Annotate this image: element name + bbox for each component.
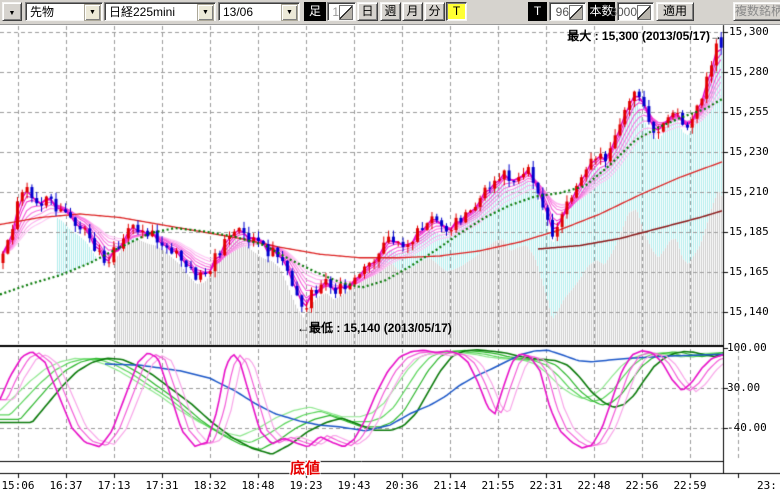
time-axis-label: 22:31: [524, 479, 568, 492]
time-axis-label: 19:43: [332, 479, 376, 492]
spinner-icon[interactable]: [569, 5, 583, 20]
interval-value: 1: [332, 4, 339, 20]
oscillator-axis-label: 30.00: [727, 381, 760, 394]
period-minute-button[interactable]: 分: [424, 2, 445, 21]
price-axis-label: 15,230: [729, 145, 769, 158]
annotation-max-price: 最大 : 15,300 (2013/05/17)→: [567, 27, 722, 44]
category-value: 先物: [30, 4, 54, 20]
chevron-down-icon: ▼: [9, 10, 16, 17]
spinner-icon[interactable]: [339, 5, 353, 20]
time-axis-label: 16:37: [44, 479, 88, 492]
tick-count-label: T: [528, 2, 547, 21]
category-select[interactable]: 先物 ▼: [25, 2, 103, 21]
chevron-down-icon[interactable]: ▼: [84, 4, 101, 21]
contract-month-select[interactable]: 13/06 ▼: [218, 2, 300, 21]
time-axis-label: 18:32: [188, 479, 232, 492]
time-axis-label: 18:48: [236, 479, 280, 492]
price-axis-label: 15,165: [729, 265, 769, 278]
annotation-bottom-value: 底値: [290, 457, 320, 478]
mini-dropdown[interactable]: ▼: [2, 2, 22, 21]
tick-count-field[interactable]: 96: [549, 2, 586, 21]
time-axis-label: 19:23: [284, 479, 328, 492]
time-axis-label: 17:13: [92, 479, 136, 492]
price-axis-label: 15,300: [729, 25, 769, 38]
chevron-down-icon[interactable]: ▼: [281, 4, 298, 21]
time-axis-label: 22:59: [668, 479, 712, 492]
price-axis-label: 15,140: [729, 305, 769, 318]
contract-month-value: 13/06: [223, 4, 253, 20]
time-axis-label: 23:: [757, 479, 777, 492]
time-axis-label: 20:36: [380, 479, 424, 492]
oscillator-axis-label: -40.00: [727, 421, 767, 434]
price-axis-label: 15,185: [729, 225, 769, 238]
bar-count-value: 3000: [610, 4, 637, 20]
symbol-select[interactable]: 日経225mini ▼: [104, 2, 216, 21]
time-axis-label: 15:06: [0, 479, 40, 492]
tick-count-value: 96: [556, 4, 569, 20]
price-axis-label: 15,280: [729, 65, 769, 78]
period-week-button[interactable]: 週: [380, 2, 401, 21]
oscillator-axis-label: 100.00: [727, 341, 767, 354]
time-axis-label: 21:55: [476, 479, 520, 492]
time-axis-label: 22:48: [572, 479, 616, 492]
symbol-value: 日経225mini: [109, 4, 175, 20]
price-axis-label: 15,210: [729, 185, 769, 198]
period-tick-button[interactable]: T: [446, 2, 467, 21]
period-day-button[interactable]: 日: [357, 2, 378, 21]
bar-count-field[interactable]: 3000: [617, 2, 654, 21]
chevron-down-icon[interactable]: ▼: [197, 4, 214, 21]
time-axis-label: 21:14: [428, 479, 472, 492]
price-axis-label: 15,255: [729, 105, 769, 118]
annotation-min-price: ←最低 : 15,140 (2013/05/17): [297, 319, 452, 336]
interval-field[interactable]: 1: [327, 2, 356, 21]
time-axis-label: 17:31: [140, 479, 184, 492]
period-month-button[interactable]: 月: [402, 2, 423, 21]
app-window: ▼ 先物 ▼ 日経225mini ▼ 13/06 ▼ 足 1 日 週 月 分 T…: [0, 0, 780, 500]
bar-type-label: 足: [304, 2, 326, 21]
chart-canvas[interactable]: [0, 0, 780, 500]
toolbar: ▼ 先物 ▼ 日経225mini ▼ 13/06 ▼ 足 1 日 週 月 分 T…: [0, 0, 780, 25]
apply-button[interactable]: 適用: [656, 2, 694, 21]
multi-symbol-button[interactable]: 複数銘柄: [733, 2, 780, 21]
spinner-icon[interactable]: [637, 5, 651, 20]
time-axis-label: 22:56: [620, 479, 664, 492]
